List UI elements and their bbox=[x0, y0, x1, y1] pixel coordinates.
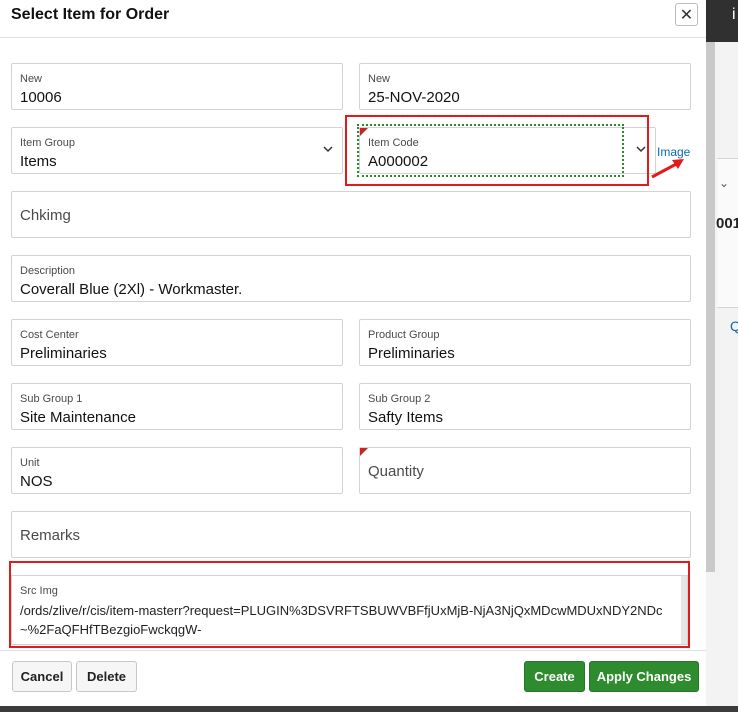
product-group-field[interactable]: Product Group Preliminaries bbox=[359, 319, 691, 366]
close-icon: ✕ bbox=[679, 6, 694, 24]
product-group-label: Product Group bbox=[368, 329, 440, 341]
item-group-select[interactable]: Item Group Items bbox=[11, 127, 343, 174]
order-number-value: 10006 bbox=[20, 89, 62, 106]
remarks-label: Remarks bbox=[20, 527, 81, 544]
order-number-field[interactable]: New 10006 bbox=[11, 63, 343, 110]
unit-field[interactable]: Unit NOS bbox=[11, 447, 343, 494]
chkimg-field[interactable]: Chkimg bbox=[11, 191, 691, 238]
cost-center-value: Preliminaries bbox=[20, 345, 107, 362]
cost-center-field[interactable]: Cost Center Preliminaries bbox=[11, 319, 343, 366]
item-code-highlight bbox=[345, 115, 649, 186]
unit-value: NOS bbox=[20, 473, 53, 490]
src-img-highlight bbox=[9, 561, 690, 648]
description-field[interactable]: Description Coverall Blue (2Xl) - Workma… bbox=[11, 255, 691, 302]
order-date-field[interactable]: New 25-NOV-2020 bbox=[359, 63, 691, 110]
background-number: 001 bbox=[716, 215, 738, 232]
background-header-glyph: i bbox=[732, 6, 736, 23]
item-group-value: Items bbox=[20, 153, 57, 170]
cancel-button[interactable]: Cancel bbox=[12, 661, 72, 692]
sub-group-1-value: Site Maintenance bbox=[20, 409, 136, 426]
sub-group-2-field[interactable]: Sub Group 2 Safty Items bbox=[359, 383, 691, 430]
sub-group-2-label: Sub Group 2 bbox=[368, 393, 431, 405]
order-date-label: New bbox=[368, 73, 391, 85]
required-flag-icon bbox=[360, 448, 368, 456]
dialog-footer: Cancel Delete Create Apply Changes bbox=[0, 650, 706, 706]
cost-center-label: Cost Center bbox=[20, 329, 79, 341]
remarks-field[interactable]: Remarks bbox=[11, 511, 691, 558]
description-label: Description bbox=[20, 265, 76, 277]
background-chevron-icon: ⌄ bbox=[719, 176, 730, 190]
create-button[interactable]: Create bbox=[524, 661, 585, 692]
unit-label: Unit bbox=[20, 457, 40, 469]
chkimg-label: Chkimg bbox=[20, 207, 71, 224]
description-value: Coverall Blue (2Xl) - Workmaster. bbox=[20, 281, 243, 298]
apply-changes-button[interactable]: Apply Changes bbox=[589, 661, 699, 692]
delete-button[interactable]: Delete bbox=[76, 661, 137, 692]
background-search-icon: Q bbox=[730, 318, 738, 334]
sub-group-1-field[interactable]: Sub Group 1 Site Maintenance bbox=[11, 383, 343, 430]
quantity-field[interactable]: Quantity bbox=[359, 447, 691, 494]
image-link[interactable]: Image bbox=[657, 145, 690, 159]
chevron-down-icon bbox=[323, 146, 333, 153]
select-item-dialog: Select Item for Order ✕ New 10006 New 25… bbox=[0, 0, 706, 706]
sub-group-2-value: Safty Items bbox=[368, 409, 444, 426]
product-group-value: Preliminaries bbox=[368, 345, 455, 362]
sub-group-1-label: Sub Group 1 bbox=[20, 393, 83, 405]
quantity-label: Quantity bbox=[368, 463, 424, 480]
order-date-value: 25-NOV-2020 bbox=[368, 89, 460, 106]
dialog-titlebar: Select Item for Order ✕ bbox=[0, 0, 706, 38]
dialog-title: Select Item for Order bbox=[11, 6, 170, 23]
dialog-scrollbar[interactable] bbox=[706, 42, 715, 572]
close-button[interactable]: ✕ bbox=[675, 3, 698, 26]
bottom-bar bbox=[0, 706, 738, 712]
background-header: i bbox=[706, 0, 738, 42]
order-number-label: New bbox=[20, 73, 43, 85]
item-group-label: Item Group bbox=[20, 137, 76, 149]
